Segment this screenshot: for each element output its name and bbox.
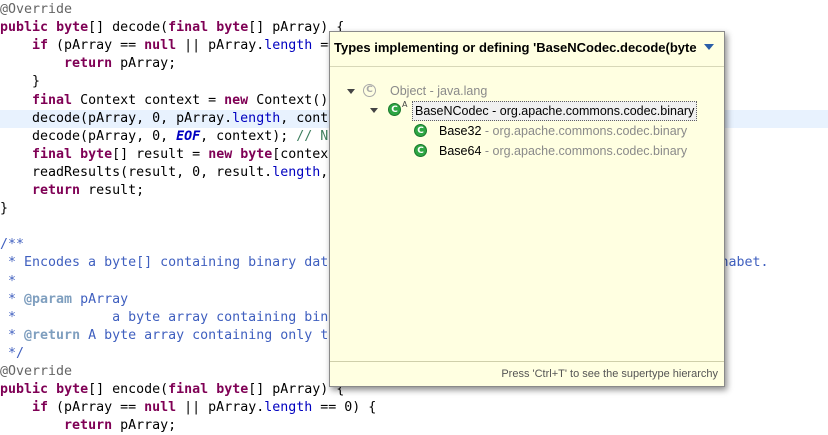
code-token: Context context =: [72, 92, 225, 108]
code-line[interactable]: return pArray;: [0, 417, 828, 435]
type-name: BaseNCodec: [415, 104, 489, 118]
code-token: final: [168, 382, 209, 398]
tree-item-object[interactable]: Object - java.lang: [390, 81, 487, 101]
code-token: (pArray ==: [48, 400, 145, 416]
code-token: , context);: [200, 128, 297, 144]
code-token: *: [0, 273, 17, 289]
code-token: null: [144, 38, 177, 54]
code-token: public: [0, 20, 49, 36]
code-token: || pArray.: [176, 400, 265, 416]
view-menu-icon[interactable]: [704, 44, 714, 50]
code-token: if: [32, 400, 49, 416]
tree-item-base64[interactable]: Base64 - org.apache.commons.codec.binary: [439, 141, 687, 161]
abstract-marker-icon: A: [402, 100, 408, 109]
popup-footer: Press 'Ctrl+T' to see the supertype hier…: [330, 361, 724, 386]
code-token: }: [0, 74, 41, 90]
code-token: [] encode(: [88, 382, 169, 398]
code-token: pArray: [72, 291, 129, 307]
code-token: || pArray.: [176, 38, 265, 54]
class-icon: C: [414, 124, 427, 137]
code-token: *: [0, 327, 25, 343]
package-name: - org.apache.commons.codec.binary: [481, 124, 688, 138]
code-token: length: [264, 38, 313, 54]
code-token: final: [32, 92, 73, 108]
expand-object-icon[interactable]: [347, 89, 355, 94]
class-icon: C: [414, 144, 427, 157]
type-name: Base64: [439, 144, 482, 158]
code-token: new: [208, 146, 233, 162]
popup-header: Types implementing or defining 'BaseNCod…: [330, 32, 724, 67]
code-token: byte: [216, 20, 249, 36]
code-token: result;: [80, 183, 145, 198]
code-token: EOF: [176, 128, 201, 144]
type-name: Object: [390, 84, 427, 98]
code-token: [] result =: [112, 146, 209, 162]
footer-hint: Press 'Ctrl+T' to see the supertype hier…: [501, 368, 718, 380]
code-token: public: [0, 382, 49, 398]
code-token: byte: [216, 382, 249, 398]
code-token: byte: [56, 20, 89, 36]
code-token: *: [0, 291, 25, 307]
code-token: readResults(result, 0, result.: [0, 164, 273, 180]
code-token: }: [0, 201, 9, 217]
code-token: pArray;: [112, 56, 177, 72]
code-token: length: [264, 400, 313, 416]
code-line[interactable]: if (pArray == null || pArray.length == 0…: [0, 399, 828, 417]
code-token: @return: [24, 327, 81, 343]
code-token: */: [0, 345, 25, 361]
code-token: Context();: [248, 92, 337, 108]
code-token: byte: [56, 382, 89, 398]
package-name: - org.apache.commons.codec.binary: [481, 144, 688, 158]
code-token: [] decode(: [88, 20, 169, 36]
code-line[interactable]: @Override: [0, 1, 828, 19]
code-token: byte: [80, 146, 113, 162]
tree-item-basencodec[interactable]: BaseNCodec - org.apache.commons.codec.bi…: [412, 101, 698, 121]
code-token: @Override: [0, 364, 73, 379]
expand-basencodec-icon[interactable]: [370, 108, 378, 113]
code-token: == 0) {: [312, 400, 377, 416]
code-token: /**: [0, 237, 25, 253]
code-token: decode(pArray, 0, pArray.: [0, 110, 233, 126]
package-name: - org.apache.commons.codec.binary: [488, 104, 695, 118]
class-icon-gray: C: [363, 84, 376, 97]
code-token: final: [32, 146, 73, 162]
code-token: (pArray ==: [48, 38, 145, 54]
package-name: - java.lang: [426, 84, 488, 98]
code-token: length: [232, 110, 281, 126]
code-token: if: [32, 38, 49, 54]
quick-type-hierarchy-popup: Types implementing or defining 'BaseNCod…: [329, 31, 725, 387]
code-token: return: [32, 183, 81, 198]
code-token: @Override: [0, 2, 73, 17]
code-token: @param: [24, 291, 73, 307]
type-name: Base32: [439, 124, 482, 138]
tree-item-base32[interactable]: Base32 - org.apache.commons.codec.binary: [439, 121, 687, 141]
code-token: byte: [240, 146, 273, 162]
code-token: length: [272, 164, 321, 180]
abstract-class-icon: C: [388, 103, 401, 116]
code-token: final: [168, 20, 209, 36]
popup-title: Types implementing or defining 'BaseNCod…: [334, 40, 697, 55]
code-token: return: [64, 56, 113, 72]
code-token: decode(pArray, 0,: [0, 128, 177, 144]
code-token: new: [224, 92, 249, 108]
code-token: null: [144, 400, 177, 416]
